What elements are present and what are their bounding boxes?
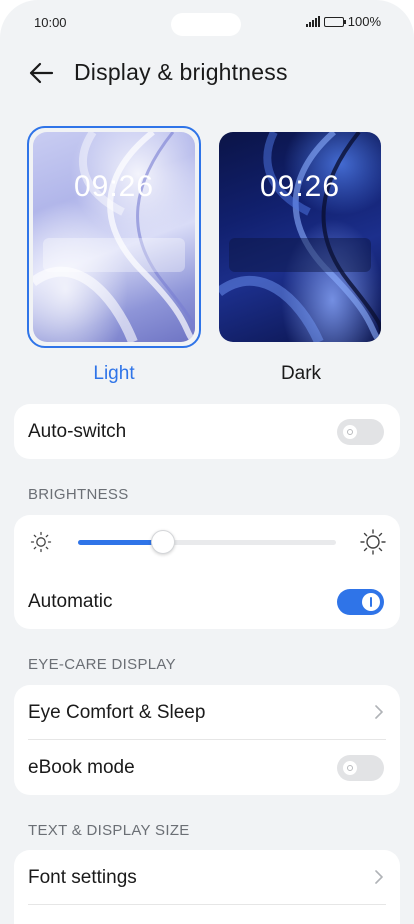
wallpaper-waves [219, 132, 381, 342]
theme-label-light: Light [93, 363, 135, 384]
page-title: Display & brightness [74, 59, 288, 85]
preview-clock: 09:26 [73, 170, 155, 203]
header: Display & brightness [0, 55, 414, 91]
phone-screen: 10:00 100% Display & brightness 09:26 Li… [0, 0, 414, 924]
divider [28, 904, 386, 905]
theme-option-dark[interactable]: 09:26 Dark [214, 126, 388, 384]
ebook-mode-label: eBook mode [28, 757, 135, 778]
sun-small-icon [30, 531, 52, 553]
font-settings-row[interactable]: Font settings [14, 850, 400, 905]
eye-care-card: Eye Comfort & Sleep eBook mode [14, 685, 400, 795]
sun-large-icon [360, 529, 386, 555]
automatic-label: Automatic [28, 591, 113, 612]
automatic-brightness-row[interactable]: Automatic [14, 575, 400, 629]
font-settings-label: Font settings [28, 867, 137, 888]
signal-icon [305, 16, 320, 27]
section-title-brightness: BRIGHTNESS [28, 486, 129, 503]
dark-preview: 09:26 [219, 132, 381, 342]
ebook-mode-toggle[interactable] [337, 755, 384, 781]
light-preview: 09:26 [33, 132, 195, 342]
section-title-text-display: TEXT & DISPLAY SIZE [28, 822, 190, 839]
back-arrow-icon[interactable] [28, 61, 54, 85]
section-title-eye-care: EYE-CARE DISPLAY [28, 656, 176, 673]
status-indicators: 100% [305, 14, 381, 29]
camera-cutout [171, 13, 241, 36]
ebook-mode-row[interactable]: eBook mode [14, 740, 400, 795]
chevron-right-icon [375, 705, 383, 719]
preview-widget [229, 238, 371, 272]
preview-clock: 09:26 [259, 170, 341, 203]
wallpaper-waves [33, 132, 195, 342]
status-time: 10:00 [34, 15, 67, 30]
auto-switch-toggle[interactable] [337, 419, 384, 445]
text-display-card: Font settings [14, 850, 400, 924]
battery-icon [323, 16, 346, 27]
status-bar: 10:00 100% [0, 0, 414, 46]
auto-switch-row[interactable]: Auto-switch [14, 404, 400, 459]
automatic-brightness-toggle[interactable] [337, 589, 384, 615]
theme-option-light[interactable]: 09:26 Light [27, 126, 201, 384]
chevron-right-icon [375, 870, 383, 884]
brightness-slider[interactable] [78, 530, 336, 554]
battery-percent: 100% [347, 14, 381, 29]
eye-comfort-row[interactable]: Eye Comfort & Sleep [14, 685, 400, 740]
eye-comfort-label: Eye Comfort & Sleep [28, 702, 206, 723]
auto-switch-label: Auto-switch [28, 421, 127, 442]
brightness-card: Automatic [14, 515, 400, 629]
theme-label-dark: Dark [280, 363, 322, 384]
auto-switch-card: Auto-switch [14, 404, 400, 459]
slider-thumb[interactable] [151, 530, 176, 554]
preview-widget [43, 238, 185, 272]
